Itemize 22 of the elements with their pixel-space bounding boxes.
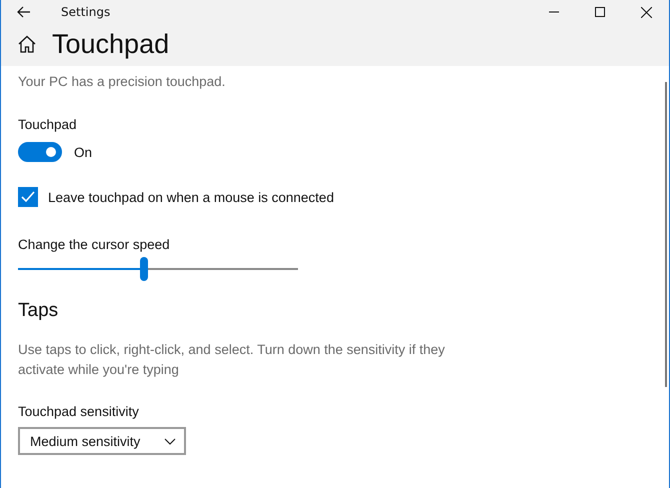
slider-label: Change the cursor speed [18, 237, 170, 252]
sensitivity-label: Touchpad sensitivity [18, 404, 139, 419]
back-arrow-icon [17, 6, 31, 18]
chevron-down-icon [164, 438, 176, 444]
sensitivity-dropdown[interactable]: Medium sensitivity [18, 427, 186, 455]
toggle-label: Touchpad [18, 117, 77, 132]
toggle-state-text: On [74, 144, 92, 160]
close-icon [640, 6, 652, 18]
scrollbar[interactable] [665, 82, 667, 387]
section-heading: Taps [18, 300, 58, 322]
taps-description: Use taps to click, right-click, and select. Turn down the sensitivity if they activate while you're typing [18, 341, 446, 379]
slider-thumb[interactable] [140, 257, 148, 281]
toggle-switch[interactable] [18, 142, 62, 162]
minimize-icon [549, 11, 559, 13]
checkmark-icon [21, 191, 35, 203]
window-title: Settings [61, 5, 112, 19]
maximize-icon [595, 7, 605, 17]
description-text: Your PC has a precision touchpad. [18, 73, 226, 91]
checkbox[interactable] [18, 187, 38, 207]
checkbox-label: Leave touchpad on when a mouse is connected [48, 190, 334, 204]
page-title: Touchpad [52, 28, 170, 60]
home-icon[interactable] [18, 35, 36, 53]
